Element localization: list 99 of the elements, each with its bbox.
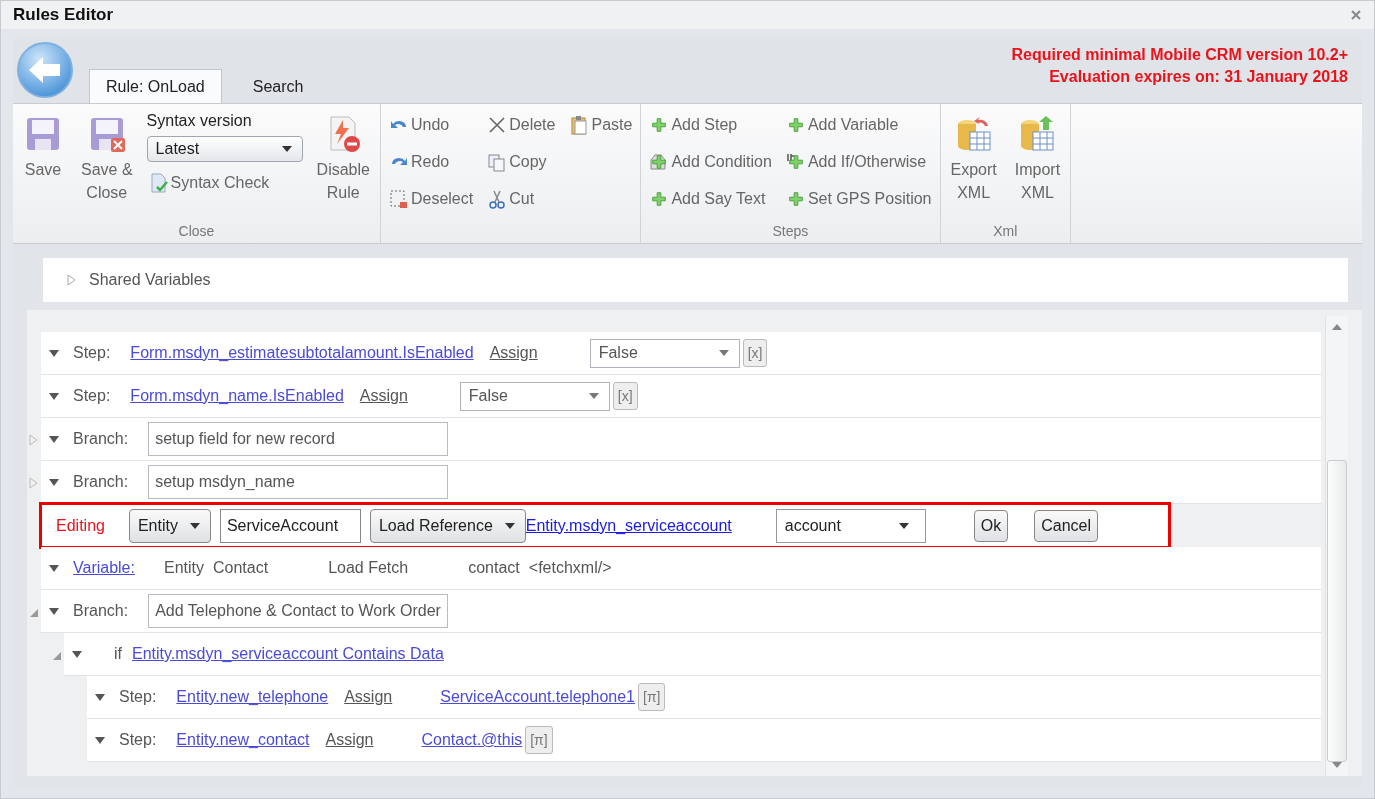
window-title: Rules Editor — [13, 5, 114, 25]
group-label: Xml — [993, 223, 1018, 239]
ribbon-button[interactable]: Cut — [485, 182, 558, 215]
close-icon[interactable] — [1350, 9, 1362, 21]
variable-text: Contact — [213, 559, 269, 577]
operation-link[interactable]: Assign — [489, 344, 538, 362]
type-dropdown[interactable]: Entity — [128, 508, 211, 543]
target-link[interactable]: Form.msdyn_name.IsEnabled — [130, 387, 344, 405]
clear-button[interactable]: [x] — [612, 382, 638, 410]
branch-name-field[interactable]: setup field for new record — [148, 422, 449, 456]
caret-icon[interactable] — [49, 349, 59, 357]
delete-icon — [487, 114, 508, 135]
expand-icon[interactable] — [67, 274, 77, 286]
ribbon-button[interactable]: Add Variable — [783, 108, 934, 141]
ribbon-button[interactable]: Save — [19, 108, 67, 181]
branch-plus-icon — [785, 151, 806, 172]
caret-icon — [189, 522, 200, 529]
editing-label: Editing — [56, 516, 105, 535]
ribbon-button[interactable]: Copy — [485, 145, 558, 178]
row-label: Branch: — [73, 473, 129, 491]
row-label: Step: — [73, 344, 111, 362]
dashed-square-icon — [388, 188, 409, 209]
ribbon-button[interactable]: Paste — [567, 108, 635, 141]
value-dropdown[interactable]: False — [589, 338, 740, 368]
notice-text: Evaluation expires on: 31 January 2018 — [1049, 67, 1348, 87]
ribbon-button[interactable]: Disable Rule — [312, 108, 374, 204]
copy-icon — [487, 151, 508, 172]
dialog-button[interactable]: Cancel — [1034, 509, 1099, 542]
caret-icon — [281, 146, 292, 152]
target-link[interactable]: Entity.new_telephone — [176, 688, 329, 706]
variable-text: <fetchxml/> — [528, 559, 612, 577]
condition-link[interactable]: Entity.msdyn_serviceaccount Contains Data — [132, 645, 444, 663]
ribbon-button[interactable]: Import XML — [1010, 108, 1065, 204]
scrollbar[interactable] — [1325, 316, 1348, 776]
dialog-button[interactable]: Ok — [973, 509, 1009, 542]
ribbon-button[interactable]: Delete — [485, 108, 558, 141]
variable-text: Entity — [163, 559, 204, 577]
syntax-version-dropdown[interactable]: Latest — [146, 136, 303, 162]
group-label: Steps — [772, 223, 809, 239]
caret-icon — [588, 393, 599, 399]
variable-text: Load Fetch — [328, 559, 409, 577]
row-label: Branch: — [73, 602, 129, 620]
ribbon-button[interactable]: Set GPS Position — [783, 182, 934, 215]
clear-button[interactable]: [x] — [742, 339, 768, 367]
syntax-version-label: Syntax version — [146, 112, 253, 130]
ribbon-button[interactable]: Deselect — [386, 182, 476, 215]
row-label: Step: — [119, 731, 157, 749]
value-link[interactable]: ServiceAccount.telephone1 — [440, 688, 635, 706]
caret-icon[interactable] — [49, 607, 59, 615]
ribbon-button[interactable]: Redo — [386, 145, 476, 178]
ribbon-button[interactable]: Undo — [386, 108, 476, 141]
caret-icon[interactable] — [95, 693, 105, 701]
clipboard-icon — [569, 114, 590, 135]
variable-text: contact — [468, 559, 520, 577]
ribbon-button[interactable]: Save & Close — [77, 108, 137, 204]
row-label: Step: — [119, 688, 157, 706]
scissors-icon — [487, 188, 508, 209]
caret-icon[interactable] — [49, 392, 59, 400]
lookup-dropdown[interactable]: account — [775, 508, 926, 543]
value-dropdown[interactable]: False — [459, 381, 610, 411]
caret-icon[interactable] — [95, 736, 105, 744]
variable-link[interactable]: Variable: — [73, 559, 135, 577]
document-check-icon — [148, 172, 169, 193]
target-link[interactable]: Entity.msdyn_serviceaccount — [525, 516, 732, 535]
ribbon-button[interactable]: Add Condition — [647, 145, 774, 178]
mode-dropdown[interactable]: Load Reference — [369, 508, 526, 543]
tab[interactable]: Rule: OnLoad — [89, 69, 222, 103]
ribbon-button[interactable]: Syntax Check — [146, 166, 303, 199]
clear-button[interactable]: [π] — [638, 683, 666, 711]
caret-icon[interactable] — [49, 435, 59, 443]
back-button[interactable] — [16, 41, 74, 99]
section-title[interactable]: Shared Variables — [89, 271, 211, 289]
branch-name-field[interactable]: Add Telephone & Contact to Work Order — [148, 594, 449, 628]
ribbon-button[interactable]: Add Say Text — [647, 182, 774, 215]
tab[interactable]: Search — [235, 69, 321, 103]
row-label: Branch: — [73, 430, 129, 448]
name-field[interactable]: ServiceAccount — [219, 508, 361, 543]
row-label: Step: — [73, 387, 111, 405]
operation-link[interactable]: Assign — [325, 731, 374, 749]
if-keyword: if — [114, 645, 122, 663]
value-link[interactable]: Contact.@this — [421, 731, 523, 749]
ribbon-button[interactable]: Add If/Otherwise — [783, 145, 934, 178]
caret-icon[interactable] — [49, 564, 59, 572]
caret-icon — [898, 522, 909, 529]
group-label: Close — [178, 223, 215, 239]
scroll-up-icon[interactable] — [1332, 324, 1342, 330]
branch-name-field[interactable]: setup msdyn_name — [148, 465, 449, 499]
caret-icon — [504, 522, 515, 529]
operation-link[interactable]: Assign — [344, 688, 393, 706]
caret-icon — [718, 350, 729, 356]
caret-icon[interactable] — [49, 478, 59, 486]
target-link[interactable]: Form.msdyn_estimatesubtotalamount.IsEnabled — [130, 344, 474, 362]
target-link[interactable]: Entity.new_contact — [176, 731, 310, 749]
caret-icon[interactable] — [72, 650, 82, 658]
notice-text: Required minimal Mobile CRM version 10.2+ — [1011, 45, 1348, 65]
clear-button[interactable]: [π] — [525, 726, 553, 754]
ribbon-button[interactable]: Add Step — [647, 108, 774, 141]
ribbon-button[interactable]: Export XML — [946, 108, 1001, 204]
operation-link[interactable]: Assign — [359, 387, 408, 405]
